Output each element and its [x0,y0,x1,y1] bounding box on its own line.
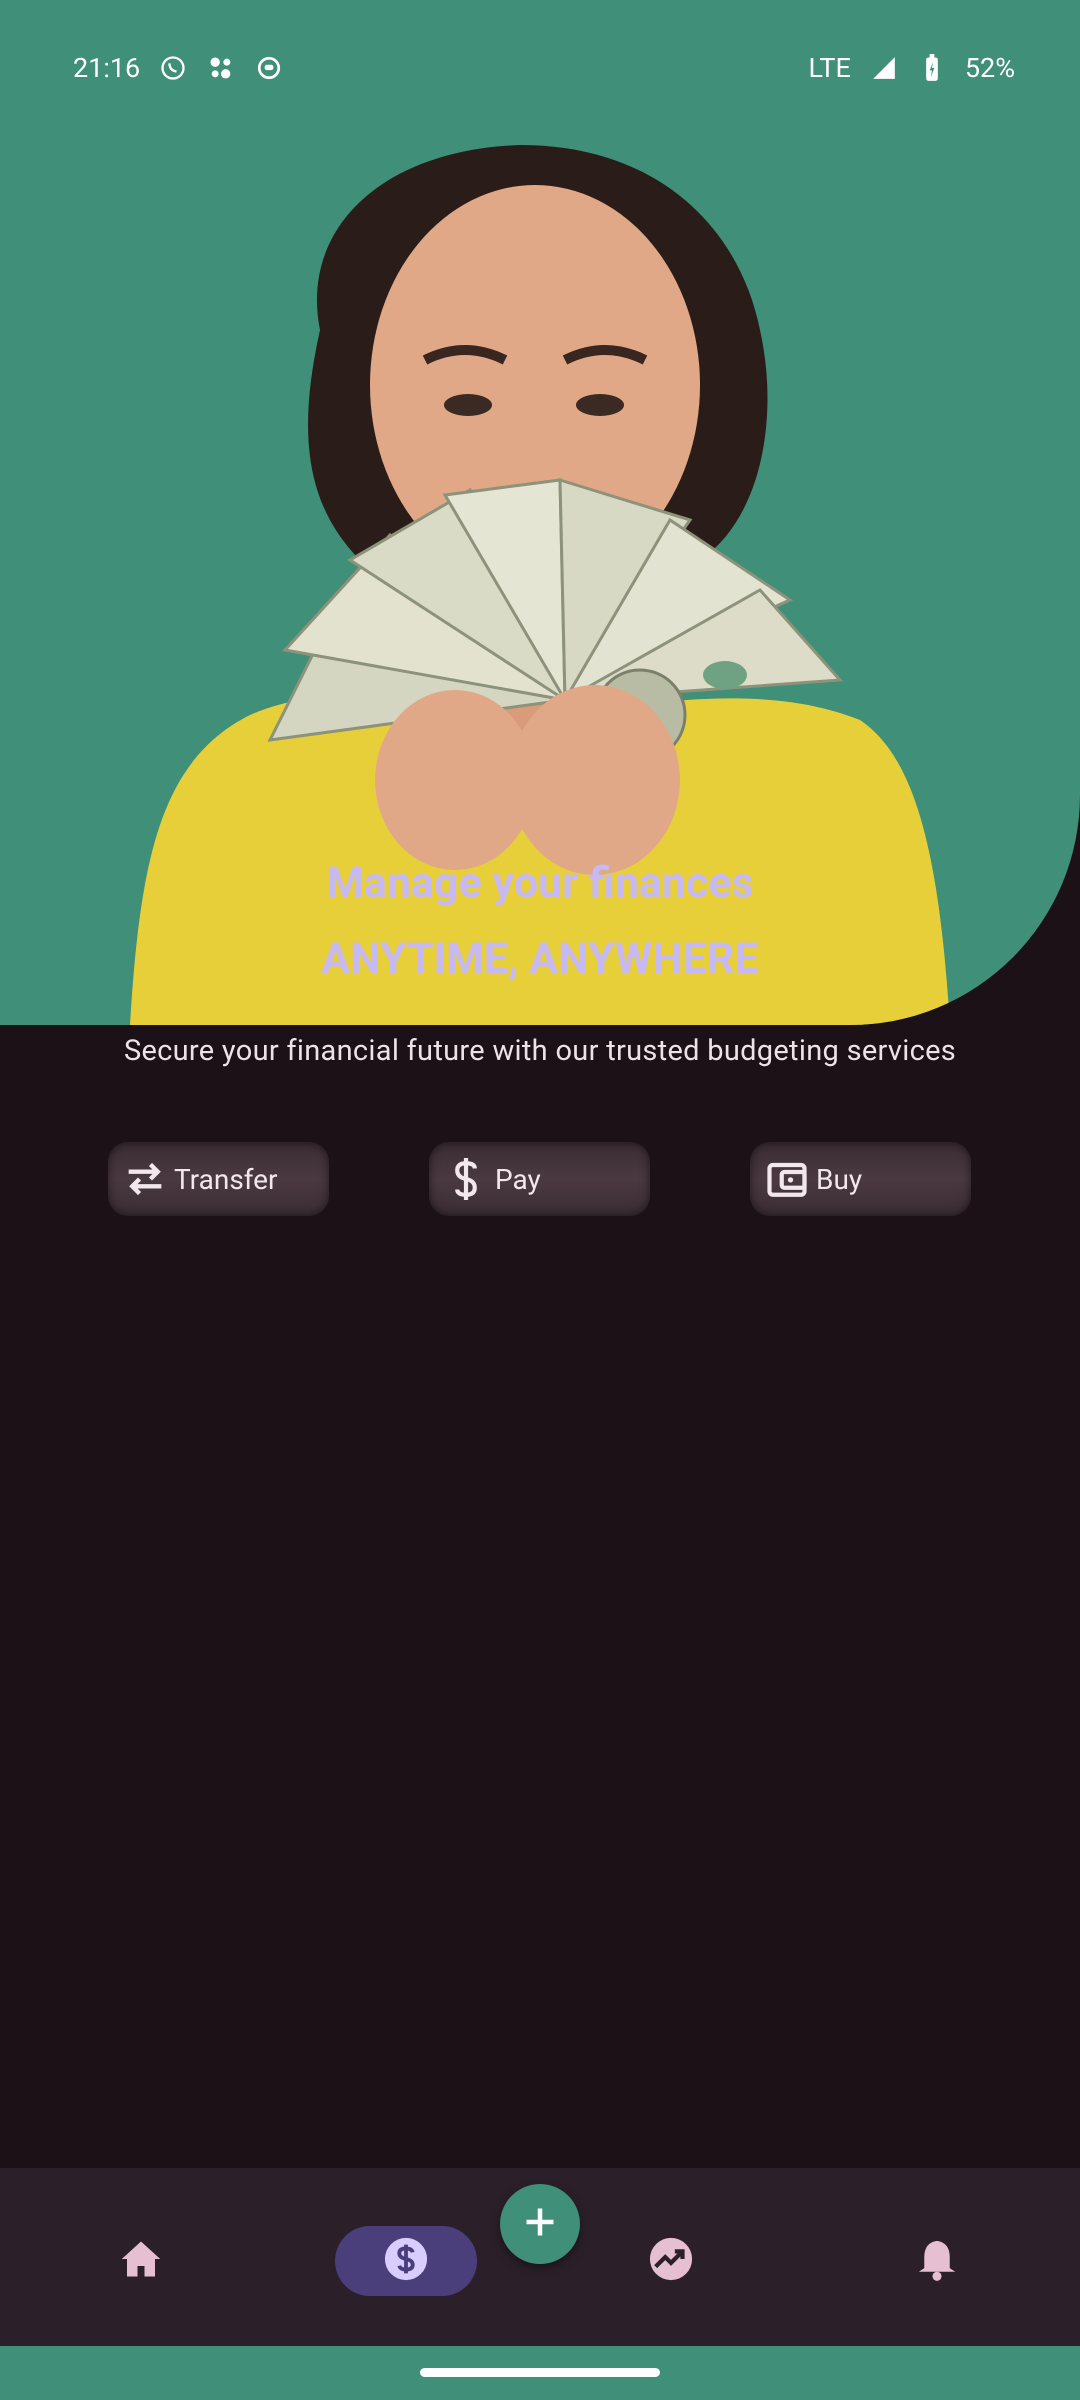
dollar-icon [443,1156,489,1202]
wallet-icon [764,1156,810,1202]
nav-notifications[interactable] [902,2226,972,2296]
buy-label: Buy [816,1162,863,1196]
nav-home[interactable] [106,2226,176,2296]
transfer-icon [122,1156,168,1202]
hero-tagline: ANYTIME, ANYWHERE [321,934,759,984]
plus-icon [522,2204,558,2244]
battery-percent: 52% [964,51,1015,84]
pay-label: Pay [495,1162,541,1196]
dollar-circle-icon [383,2236,429,2286]
home-icon [120,2239,162,2283]
hero-banner: Manage your finances ANYTIME, ANYWHERE [0,0,1080,1025]
status-bar: 21:16 LTE 52% [0,0,1080,135]
network-type: LTE [808,51,851,84]
nav-trends[interactable] [636,2226,706,2296]
transfer-label: Transfer [174,1162,278,1196]
signal-icon [869,53,899,83]
trending-icon [648,2236,694,2286]
whatsapp-icon [158,53,188,83]
pay-button[interactable]: Pay [429,1142,650,1216]
bell-icon [917,2237,957,2285]
buy-button[interactable]: Buy [750,1142,971,1216]
hero-subtitle: Secure your financial future with our tr… [123,1034,957,1068]
home-gesture-handle[interactable] [420,2368,660,2377]
transfer-button[interactable]: Transfer [108,1142,329,1216]
nav-budget[interactable] [335,2226,477,2296]
status-time: 21:16 [73,51,141,84]
battery-icon [917,53,947,83]
music-icon [206,53,236,83]
add-fab-button[interactable] [500,2184,580,2264]
quick-actions: Transfer Pay Buy [0,1142,1080,1216]
app-icon [254,53,284,83]
hero-title: Manage your finances [326,858,754,908]
